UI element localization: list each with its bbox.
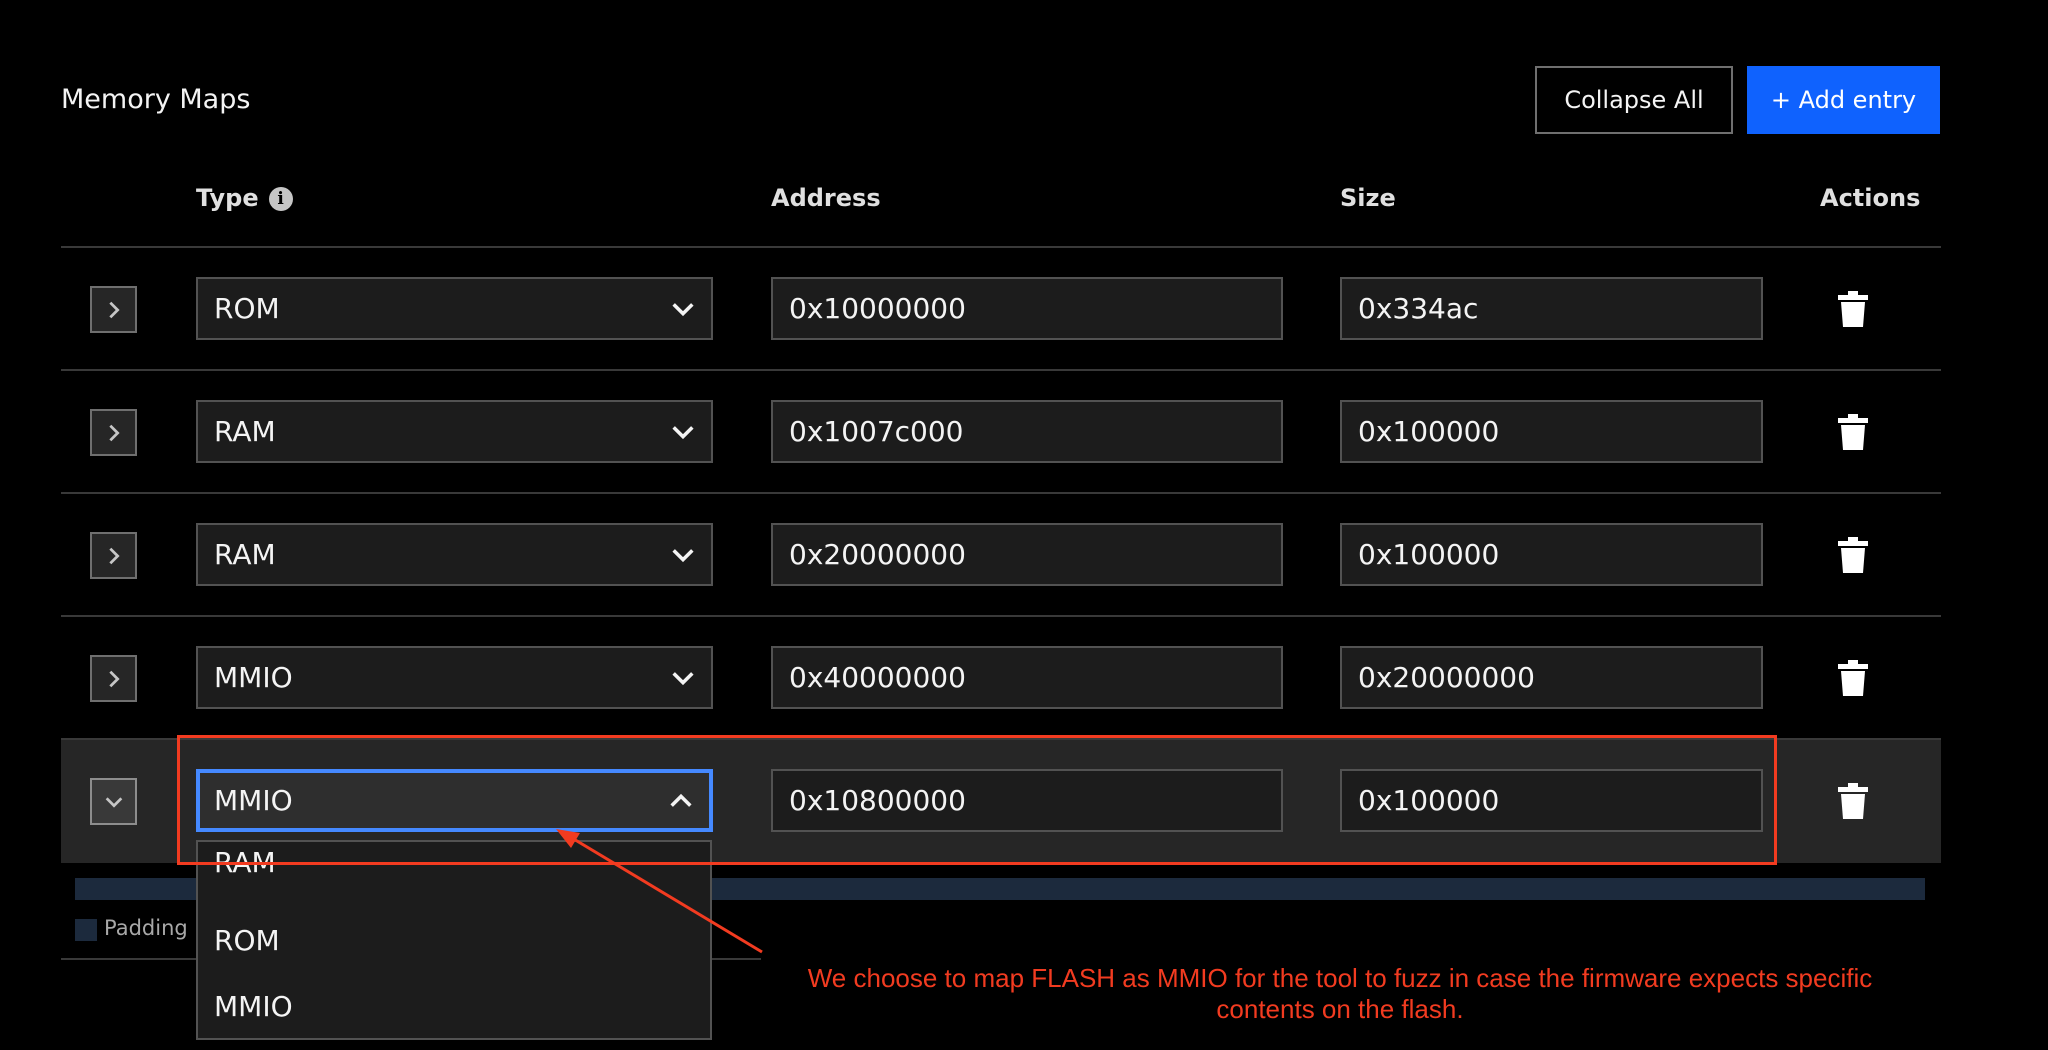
type-select[interactable]: MMIO (196, 769, 713, 832)
type-select-value: MMIO (214, 784, 293, 817)
chevron-down-icon (672, 302, 694, 316)
chevron-down-icon (672, 548, 694, 562)
table-row: ROM 0x10000000 0x334ac (61, 248, 1941, 371)
size-input[interactable]: 0x100000 (1340, 400, 1763, 463)
size-input[interactable]: 0x100000 (1340, 769, 1763, 832)
table-row: MMIO 0x40000000 0x20000000 (61, 617, 1941, 740)
address-input[interactable]: 0x20000000 (771, 523, 1283, 586)
chevron-right-icon (108, 547, 120, 564)
type-select-value: RAM (214, 415, 276, 448)
address-input[interactable]: 0x10800000 (771, 769, 1283, 832)
table-row: RAM 0x1007c000 0x100000 (61, 371, 1941, 494)
type-select[interactable]: MMIO (196, 646, 713, 709)
chevron-right-icon (108, 301, 120, 318)
chevron-down-icon (672, 425, 694, 439)
address-input[interactable]: 0x10000000 (771, 277, 1283, 340)
chevron-right-icon (108, 670, 120, 687)
expand-row-button[interactable] (90, 532, 137, 579)
type-select-value: ROM (214, 292, 280, 325)
column-header-address: Address (771, 184, 881, 212)
type-select-value: MMIO (214, 661, 293, 694)
address-input[interactable]: 0x40000000 (771, 646, 1283, 709)
expand-row-button[interactable] (90, 655, 137, 702)
type-select-value: RAM (214, 538, 276, 571)
expand-row-button[interactable] (90, 286, 137, 333)
padding-legend-label: Padding (104, 916, 188, 940)
info-icon[interactable]: i (268, 187, 293, 211)
chevron-right-icon (108, 424, 120, 441)
type-select[interactable]: RAM (196, 523, 713, 586)
trash-icon[interactable] (1838, 537, 1868, 573)
chevron-down-icon (672, 671, 694, 685)
trash-icon[interactable] (1838, 783, 1868, 819)
expand-row-button[interactable] (90, 409, 137, 456)
type-select[interactable]: ROM (196, 277, 713, 340)
table-row: RAM 0x20000000 0x100000 (61, 494, 1941, 617)
padding-legend-swatch (75, 919, 97, 941)
size-input[interactable]: 0x100000 (1340, 523, 1763, 586)
collapse-all-button[interactable]: Collapse All (1535, 66, 1733, 134)
size-input[interactable]: 0x334ac (1340, 277, 1763, 340)
collapse-row-button[interactable] (90, 778, 137, 825)
add-entry-button[interactable]: + Add entry (1747, 66, 1940, 134)
annotation-text: We choose to map FLASH as MMIO for the t… (807, 963, 1873, 1024)
column-header-type-label: Type (196, 184, 259, 212)
chevron-up-icon (670, 793, 692, 807)
type-dropdown-menu: RAM ROM MMIO (196, 840, 712, 1040)
column-header-type: Type i (196, 184, 293, 212)
trash-icon[interactable] (1838, 660, 1868, 696)
trash-icon[interactable] (1838, 291, 1868, 327)
address-input[interactable]: 0x1007c000 (771, 400, 1283, 463)
dropdown-option-rom[interactable]: ROM (214, 924, 280, 957)
chevron-down-icon (105, 796, 122, 808)
dropdown-option-mmio[interactable]: MMIO (214, 990, 293, 1023)
column-header-actions: Actions (1820, 184, 1921, 212)
trash-icon[interactable] (1838, 414, 1868, 450)
dropdown-option-ram[interactable]: RAM (214, 846, 276, 879)
type-select[interactable]: RAM (196, 400, 713, 463)
column-header-size: Size (1340, 184, 1396, 212)
size-input[interactable]: 0x20000000 (1340, 646, 1763, 709)
page-title: Memory Maps (61, 84, 251, 115)
